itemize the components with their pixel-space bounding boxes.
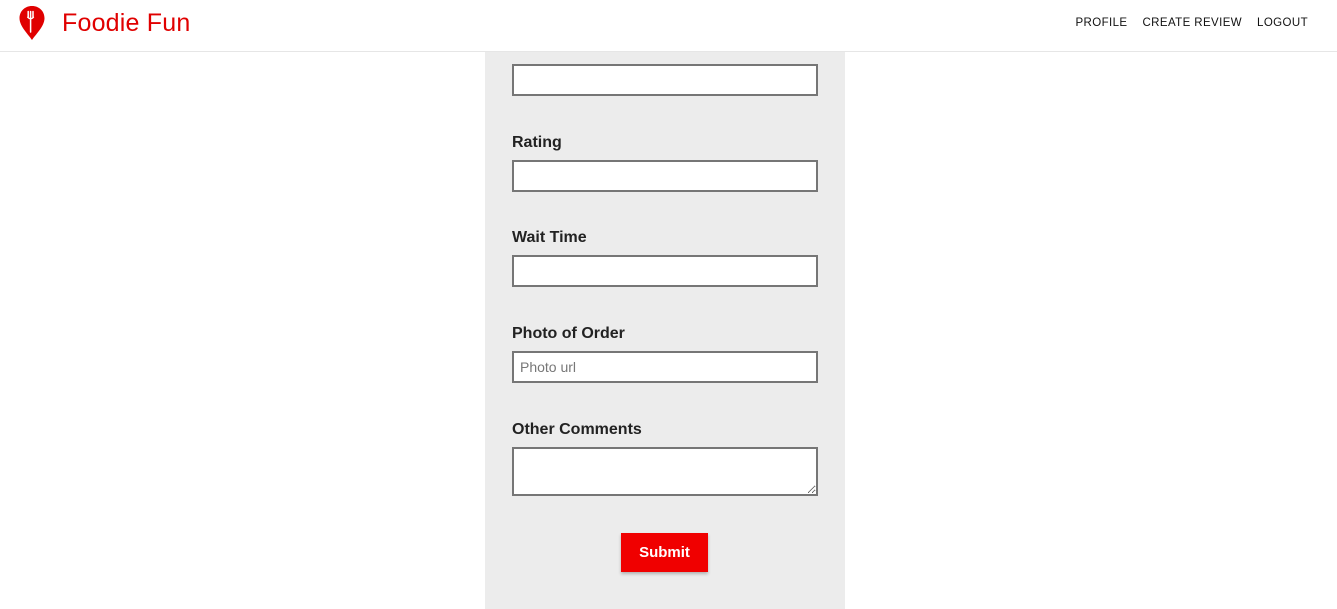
submit-button[interactable]: Submit (621, 533, 708, 572)
other-comments-label: Other Comments (512, 421, 642, 438)
brand-home-link[interactable]: Foodie Fun (18, 5, 190, 41)
wait-time-input[interactable] (512, 255, 818, 287)
top-navbar: Foodie Fun PROFILE CREATE REVIEW LOGOUT (0, 0, 1337, 52)
other-comments-textarea[interactable] (512, 447, 818, 496)
map-pin-fork-icon (19, 6, 45, 40)
rating-label: Rating (512, 134, 562, 151)
photo-of-order-label: Photo of Order (512, 325, 625, 342)
review-form-panel: Rating Wait Time Photo of Order Other Co… (485, 0, 845, 609)
nav-links: PROFILE CREATE REVIEW LOGOUT (1075, 0, 1308, 46)
rating-input[interactable] (512, 160, 818, 192)
nav-create-review-link[interactable]: CREATE REVIEW (1142, 17, 1242, 29)
nav-logout-link[interactable]: LOGOUT (1257, 17, 1308, 29)
wait-time-label: Wait Time (512, 229, 587, 246)
top-field-input[interactable] (512, 64, 818, 96)
app-title: Foodie Fun (62, 9, 191, 37)
photo-url-input[interactable] (512, 351, 818, 383)
nav-profile-link[interactable]: PROFILE (1075, 17, 1127, 29)
